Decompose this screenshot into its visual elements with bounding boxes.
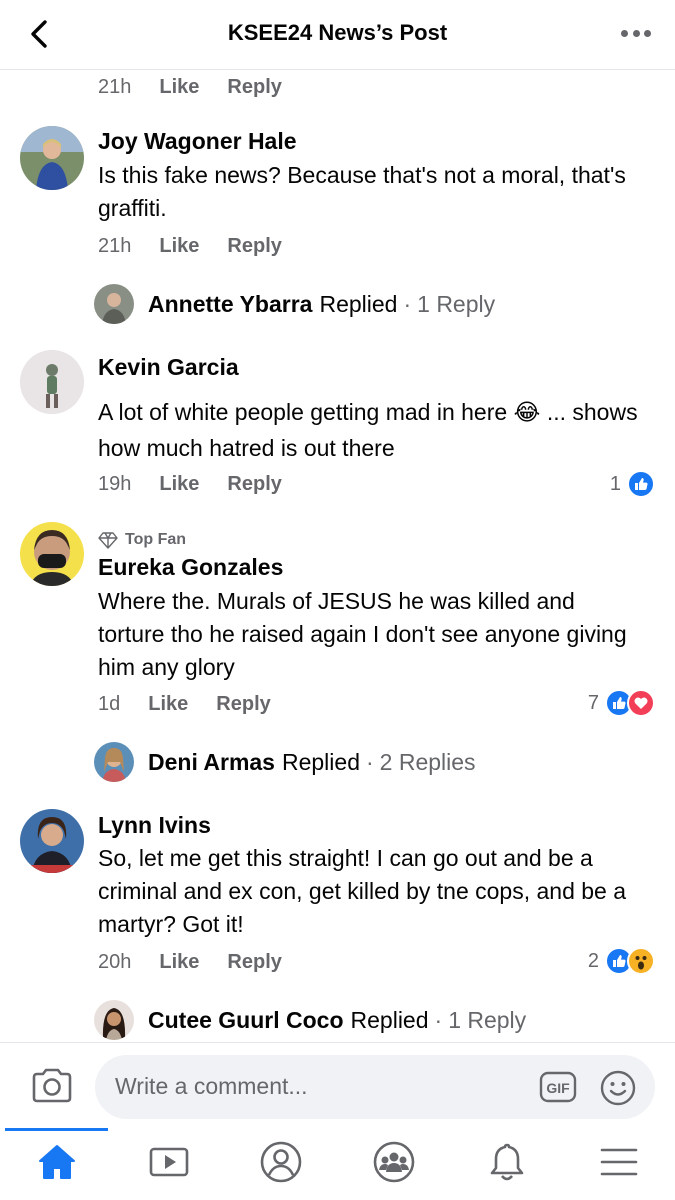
comment-meta: 21h Like Reply (98, 76, 282, 99)
reply-author: Deni Armas (148, 748, 275, 775)
comment-time: 21h (98, 235, 132, 257)
reply-author: Annette Ybarra (148, 290, 313, 317)
avatar (94, 742, 134, 782)
home-icon[interactable] (35, 1140, 79, 1184)
camera-icon[interactable] (30, 1065, 74, 1105)
gif-label: GIF (546, 1080, 570, 1096)
comment-author[interactable]: Joy Wagoner Hale (98, 128, 297, 155)
comment-meta: 21h Like Reply (98, 235, 282, 258)
comment-author[interactable]: Eureka Gonzales (98, 554, 283, 581)
reaction-count: 2 (587, 949, 599, 972)
comment-meta: 19h Like Reply (98, 473, 282, 496)
like-button[interactable]: Like (159, 951, 199, 974)
menu-icon[interactable] (597, 1140, 641, 1184)
avatar (94, 284, 134, 324)
wow-face-icon (627, 947, 655, 975)
watch-icon[interactable] (147, 1140, 191, 1184)
reply-button[interactable]: Reply (227, 473, 281, 496)
reaction-count: 1 (609, 472, 621, 495)
reply-count: 1 Reply (417, 290, 496, 317)
comment-time: 20h (98, 951, 132, 973)
comment-text: Is this fake news? Because that's not a … (98, 162, 626, 221)
reply-count: 2 Replies (379, 748, 476, 775)
diamond-icon (98, 532, 118, 549)
heart-icon (627, 689, 655, 717)
top-fan-badge: Top Fan (98, 531, 186, 549)
comment-author[interactable]: Lynn Ivins (98, 812, 211, 839)
reply-author: Cutee Guurl Coco (148, 1006, 344, 1033)
page-title: KSEE24 News’s Post (227, 20, 448, 45)
comment-time: 19h (98, 473, 132, 495)
reply-count: 1 Reply (448, 1006, 527, 1033)
reply-button[interactable]: Reply (227, 235, 281, 258)
comment-composer: Write a comment... GIF (0, 1042, 675, 1128)
avatar[interactable] (20, 809, 84, 873)
comment-text: So, let me get this straight! I can go o… (98, 845, 627, 937)
like-button[interactable]: Like (159, 76, 199, 99)
gif-icon[interactable]: GIF (539, 1071, 577, 1103)
reaction-count: 7 (587, 691, 599, 714)
like-button[interactable]: Like (159, 473, 199, 496)
reply-button[interactable]: Reply (227, 951, 281, 974)
active-tab-indicator (5, 1128, 108, 1131)
reaction-summary[interactable]: 1 (610, 470, 655, 498)
badge-label: Top Fan (125, 531, 187, 548)
comment-time: 1d (98, 693, 121, 715)
comment-meta: 20h Like Reply (98, 951, 282, 974)
reaction-summary[interactable]: 2 (588, 947, 655, 975)
emoji-icon[interactable] (599, 1069, 637, 1107)
profile-icon[interactable] (259, 1140, 303, 1184)
comment-text: A lot of white people getting mad in her… (98, 399, 638, 461)
like-button[interactable]: Like (148, 693, 188, 716)
separator-dot: · (403, 290, 412, 317)
notifications-icon[interactable] (485, 1140, 529, 1184)
more-options-icon[interactable] (621, 22, 651, 44)
top-bar: KSEE24 News’s Post (0, 0, 675, 70)
avatar[interactable] (20, 350, 84, 414)
separator-dot: · (365, 748, 374, 775)
comment-input[interactable]: Write a comment... GIF (95, 1055, 655, 1119)
comment-author[interactable]: Kevin Garcia (98, 354, 239, 381)
reply-suffix: Replied (350, 1006, 429, 1033)
comment-time: 21h (98, 76, 132, 98)
comment-meta: 1d Like Reply (98, 693, 271, 716)
reaction-summary[interactable]: 7 (588, 689, 655, 717)
separator-dot: · (434, 1006, 443, 1033)
avatar (94, 1000, 134, 1040)
thumbs-up-icon (627, 470, 655, 498)
reply-button[interactable]: Reply (227, 76, 281, 99)
bottom-navigation (0, 1128, 675, 1200)
view-replies-link[interactable]: Annette Ybarra Replied · 1 Reply (94, 284, 495, 324)
reply-suffix: Replied (319, 290, 398, 317)
comment-input-placeholder: Write a comment... (115, 1073, 308, 1099)
groups-icon[interactable] (372, 1140, 416, 1184)
avatar[interactable] (20, 522, 84, 586)
reply-button[interactable]: Reply (216, 693, 270, 716)
view-replies-link[interactable]: Deni Armas Replied · 2 Replies (94, 742, 476, 782)
avatar[interactable] (20, 126, 84, 190)
like-button[interactable]: Like (159, 235, 199, 258)
view-replies-link[interactable]: Cutee Guurl Coco Replied · 1 Reply (94, 1000, 526, 1040)
comments-feed[interactable]: 21h Like Reply Joy Wagoner Hale Is this … (0, 70, 675, 1042)
reply-suffix: Replied (281, 748, 360, 775)
comment-text: Where the. Murals of JESUS he was killed… (98, 588, 627, 680)
